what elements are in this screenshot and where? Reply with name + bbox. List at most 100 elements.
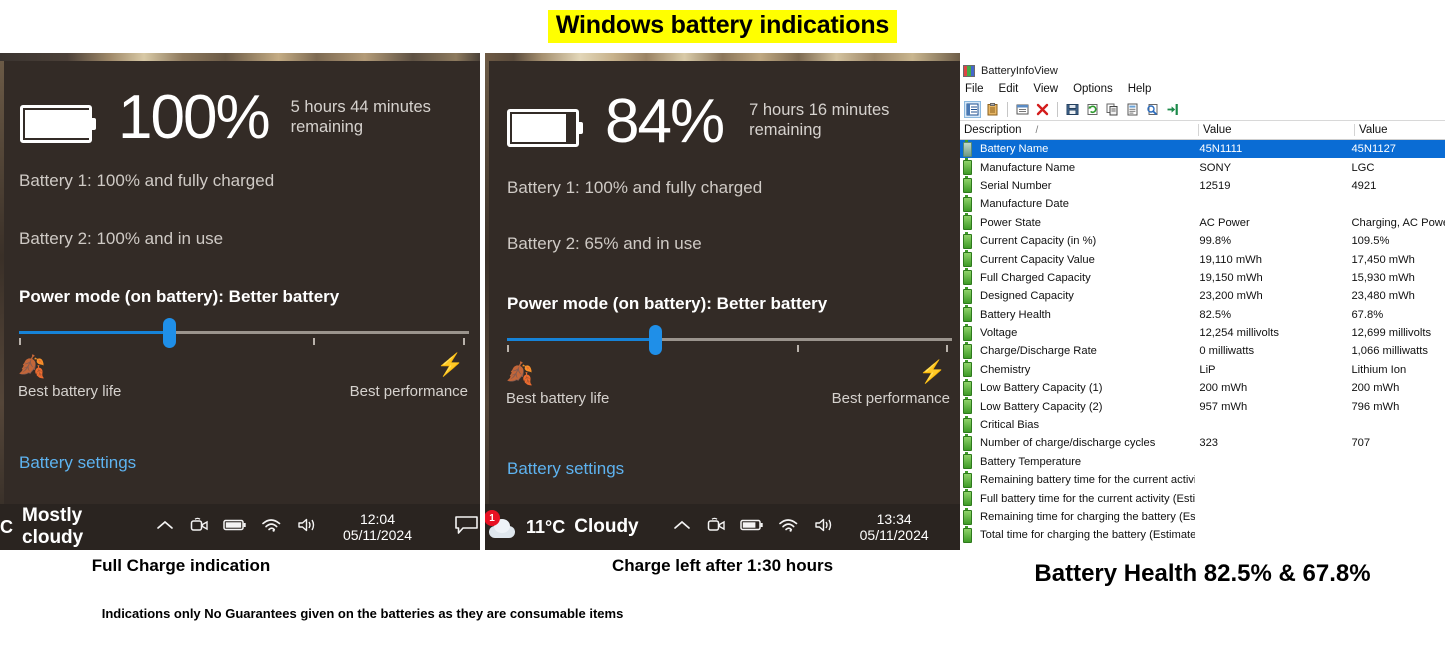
- table-row[interactable]: Full battery time for the current activi…: [960, 489, 1445, 507]
- cell-value-1: 323: [1199, 437, 1219, 450]
- html-report-icon[interactable]: [1014, 101, 1031, 118]
- table-row[interactable]: Battery Temperature: [960, 452, 1445, 471]
- cell-description: Remaining battery time for the current a…: [980, 474, 1196, 487]
- slider-label-best-battery-life: Best battery life: [18, 383, 122, 400]
- taskbar-weather[interactable]: C Mostly cloudy: [0, 505, 117, 549]
- column-header-description[interactable]: Description /: [960, 124, 1198, 136]
- volume-icon[interactable]: [814, 517, 836, 538]
- window-title-bar: BatteryInfoView: [960, 60, 1445, 79]
- cell-description: Remaining time for charging the battery …: [980, 511, 1196, 523]
- clipboard-icon[interactable]: [984, 101, 1001, 118]
- power-mode-slider[interactable]: [507, 325, 952, 368]
- cell-description: Full Charged Capacity: [980, 271, 1091, 284]
- cell-value-2: 200 mWh: [1351, 382, 1400, 395]
- exit-icon[interactable]: [1164, 101, 1181, 118]
- table-row[interactable]: Critical Bias: [960, 415, 1445, 434]
- table-row[interactable]: Low Battery Capacity (1) 200 mWh 200 mWh: [960, 378, 1445, 397]
- slider-thumb[interactable]: [649, 325, 662, 355]
- wifi-icon[interactable]: [261, 517, 283, 538]
- properties-view-icon[interactable]: [964, 100, 981, 118]
- column-header-value-2[interactable]: Value: [1354, 124, 1445, 136]
- table-row[interactable]: Designed Capacity 23,200 mWh 23,480 mWh: [960, 286, 1445, 305]
- app-icon: [963, 64, 975, 77]
- power-mode-label: Power mode (on battery): Better battery: [19, 287, 340, 306]
- wallpaper-strip: [0, 53, 480, 61]
- cell-value-1: 12519: [1199, 179, 1231, 192]
- table-row[interactable]: Remaining time for charging the battery …: [960, 507, 1445, 526]
- table-row[interactable]: Battery Health 82.5% 67.8%: [960, 305, 1445, 324]
- meet-now-icon[interactable]: [706, 516, 726, 539]
- leaf-icon: 🍂: [18, 354, 46, 379]
- menu-options[interactable]: Options: [1073, 83, 1113, 95]
- battery-tray-icon[interactable]: [739, 518, 764, 537]
- disclaimer-text: Indications only No Guarantees given on …: [101, 606, 624, 621]
- cell-value-2: 15,930 mWh: [1351, 271, 1415, 284]
- chevron-up-icon[interactable]: [155, 518, 175, 537]
- refresh-icon[interactable]: [1084, 101, 1101, 118]
- power-mode-label: Power mode (on battery): Better battery: [507, 294, 828, 313]
- battery-flyout-partial-charge: 84% 7 hours 16 minutes remaining Battery…: [485, 53, 960, 550]
- slider-tick-2: [313, 338, 315, 345]
- battery-settings-link[interactable]: Battery settings: [19, 453, 136, 473]
- table-row[interactable]: Serial Number 12519 4921: [960, 176, 1445, 195]
- volume-icon[interactable]: [297, 517, 319, 538]
- table-row[interactable]: Full Charged Capacity 19,150 mWh 15,930 mW…: [960, 268, 1445, 287]
- battery-row-icon: [963, 139, 972, 157]
- table-row[interactable]: Chemistry LiP Lithium Ion: [960, 360, 1445, 379]
- slider-label-best-performance: Best performance: [349, 383, 468, 400]
- cell-description: Current Capacity Value: [980, 253, 1095, 266]
- taskbar-clock[interactable]: 12:04 05/11/2024: [343, 511, 412, 543]
- meet-now-icon[interactable]: [189, 516, 209, 539]
- menu-file[interactable]: File: [965, 83, 984, 95]
- table-row[interactable]: Power State AC Power Charging, AC Power: [960, 213, 1445, 232]
- copy-icon[interactable]: [1104, 101, 1121, 118]
- slider-filled-track: [507, 338, 657, 341]
- table-row[interactable]: Manufacture Name SONY LGC: [960, 158, 1445, 176]
- table-row[interactable]: Remaining battery time for the current a…: [960, 470, 1445, 489]
- action-center-icon[interactable]: [454, 514, 480, 541]
- chevron-up-icon[interactable]: [672, 518, 692, 537]
- find-icon[interactable]: [1144, 101, 1161, 118]
- battery-row-icon: [963, 360, 972, 378]
- table-row[interactable]: Current Capacity Value 19,110 mWh 17,450 m…: [960, 250, 1445, 268]
- table-row[interactable]: Battery Name 45N1111 45N1127: [960, 139, 1445, 159]
- table-row[interactable]: Voltage 12,254 millivolts 12,699 millivolt…: [960, 323, 1445, 342]
- column-header-value-1[interactable]: Value: [1198, 124, 1354, 136]
- weather-condition: Mostly cloudy: [22, 505, 84, 548]
- menu-view[interactable]: View: [1033, 83, 1058, 95]
- table-row[interactable]: Number of charge/discharge cycles 323 707: [960, 433, 1445, 452]
- cell-value-2: Lithium Ion: [1351, 363, 1407, 376]
- battery-row-icon: [963, 213, 972, 231]
- taskbar-weather[interactable]: 1 11°C Cloudy: [485, 510, 639, 540]
- battery-icon: [507, 109, 579, 147]
- battery-1-status: Battery 1: 100% and fully charged: [507, 178, 763, 197]
- table-row[interactable]: Current Capacity (in %) 99.8% 109.5%: [960, 231, 1445, 250]
- menu-help[interactable]: Help: [1128, 83, 1152, 95]
- battery-row-icon: [963, 489, 972, 507]
- table-row[interactable]: Manufacture Date: [960, 194, 1445, 213]
- cell-value-1: 200 mWh: [1199, 382, 1248, 395]
- battery-row-icon: [963, 433, 972, 451]
- battery-row-icon: [963, 452, 972, 470]
- table-row[interactable]: Total time for charging the battery (Est…: [960, 525, 1445, 544]
- power-mode-slider[interactable]: [19, 318, 469, 361]
- delete-icon[interactable]: [1034, 101, 1051, 118]
- slider-thumb[interactable]: [163, 318, 176, 348]
- menu-edit[interactable]: Edit: [999, 83, 1019, 95]
- table-row[interactable]: Charge/Discharge Rate 0 milliwatts 1,066 m…: [960, 341, 1445, 360]
- table-row[interactable]: Low Battery Capacity (2) 957 mWh 796 mWh: [960, 397, 1445, 415]
- cell-description: Low Battery Capacity (2): [980, 400, 1103, 413]
- taskbar-clock[interactable]: 13:34 05/11/2024: [860, 511, 929, 543]
- battery-settings-link[interactable]: Battery settings: [507, 459, 624, 479]
- battery-tray-icon[interactable]: [223, 518, 247, 537]
- slider-tick-0: [19, 338, 21, 345]
- cell-description: Low Battery Capacity (1): [980, 382, 1103, 395]
- battery-row-icon: [963, 323, 972, 341]
- battery-remaining-time: 5 hours 44 minutes remaining: [290, 98, 431, 137]
- cell-value-2: 796 mWh: [1351, 400, 1400, 413]
- properties-icon[interactable]: [1124, 101, 1141, 118]
- save-icon[interactable]: [1064, 101, 1081, 118]
- cell-value-1: AC Power: [1199, 216, 1250, 229]
- wifi-icon[interactable]: [778, 517, 800, 538]
- cell-value-2: 23,480 mWh: [1351, 290, 1415, 303]
